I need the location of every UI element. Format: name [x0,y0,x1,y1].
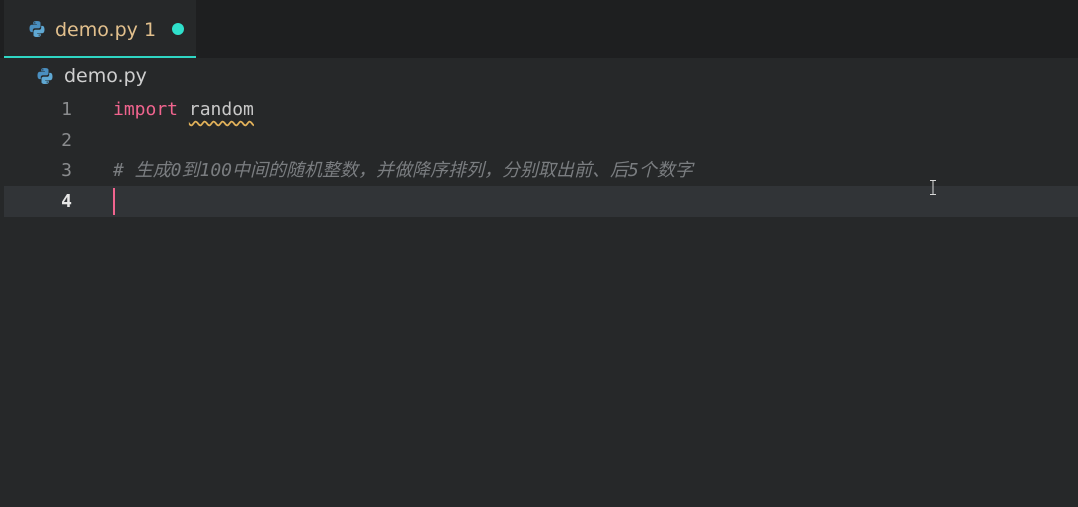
module-random[interactable]: random [189,99,254,120]
breadcrumb: demo.py [0,58,1078,94]
tab-label: demo.py 1 [55,19,157,41]
mouse-ibeam-cursor-icon [930,180,936,195]
text-cursor [113,188,115,215]
python-icon [28,20,46,42]
line-number: 2 [61,130,72,151]
code-line[interactable]: 2 [4,125,1078,156]
line-number: 3 [61,160,72,181]
python-icon [36,67,54,89]
editor-tab-bar: demo.py 1 [0,0,1078,58]
code-comment[interactable]: # 生成0到100中间的随机整数，并做降序排列，分别取出前、后5个数字 [113,155,693,186]
code-line[interactable]: 1 import random [4,94,1078,125]
line-number: 4 [61,191,72,212]
code-text[interactable]: import random [113,94,254,125]
problem-count-badge: 1 [143,19,157,41]
code-line[interactable]: 3 # 生成0到100中间的随机整数，并做降序排列，分别取出前、后5个数字 [4,155,1078,186]
keyword-import: import [113,99,179,120]
current-code-line[interactable]: 4 [4,186,1078,217]
line-number: 1 [61,99,72,120]
breadcrumb-item-demo-py[interactable]: demo.py [64,65,147,87]
code-editor[interactable]: 1 import random 2 3 # 生成0到100中间的随机整数，并做降… [4,94,1078,507]
unsaved-changes-dot[interactable] [172,23,184,35]
editor-tab-demo-py[interactable]: demo.py 1 [4,0,196,58]
